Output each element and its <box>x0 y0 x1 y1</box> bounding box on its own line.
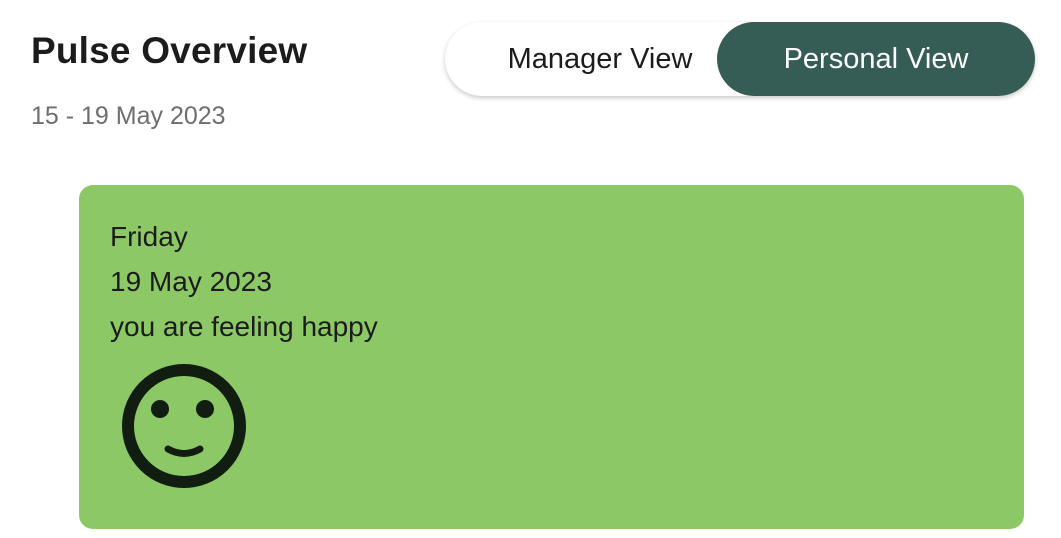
mood-entry-card: Friday 19 May 2023 you are feeling happy <box>79 185 1024 529</box>
date-range: 15 - 19 May 2023 <box>31 102 226 130</box>
personal-view-button[interactable]: Personal View <box>717 22 1035 96</box>
smiley-face-icon <box>122 364 246 488</box>
pulse-overview-page: Pulse Overview 15 - 19 May 2023 Manager … <box>0 0 1061 538</box>
entry-day: Friday <box>110 221 188 252</box>
page-title: Pulse Overview <box>31 30 308 71</box>
view-toggle: Manager View Personal View <box>445 22 1035 96</box>
manager-view-button[interactable]: Manager View <box>445 22 755 96</box>
mood-text: you are feeling happy <box>110 311 378 342</box>
entry-date: 19 May 2023 <box>110 266 272 297</box>
